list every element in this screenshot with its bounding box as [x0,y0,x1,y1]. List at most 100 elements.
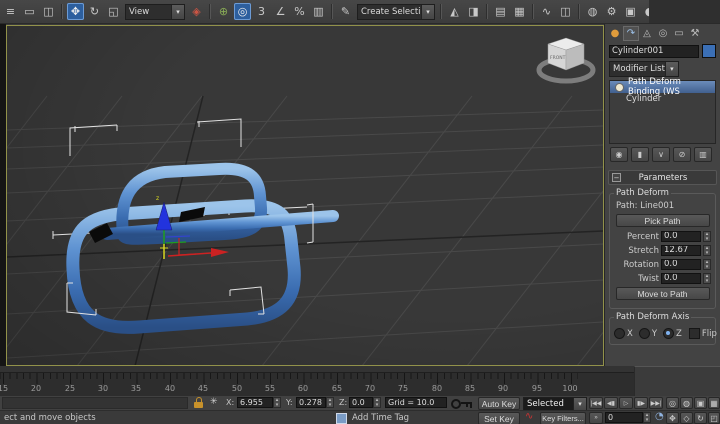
align-button[interactable]: ◨ [465,3,482,20]
move-to-path-button[interactable]: Move to Path [616,287,710,300]
snap-3d-button[interactable]: 3 [253,3,270,20]
zoom-all-button[interactable]: ◍ [680,397,693,409]
spinner-down-icon: ▾ [376,403,379,408]
keyboard-override-button[interactable]: ✎ [337,3,354,20]
next-frame-button[interactable]: ▮▶ [634,397,648,409]
y-coordinate-field[interactable]: 0.278 [296,397,326,408]
timeline-ruler[interactable]: 15 20 25 30 35 40 45 50 55 60 65 70 75 8… [0,372,634,397]
select-by-name-button[interactable]: ≡ [2,3,19,20]
select-and-scale-button[interactable]: ◱ [105,3,122,20]
new-key-curve-icon[interactable]: ∿ [525,411,533,422]
window-crossing-icon: ◫ [43,5,53,18]
pan-view-button[interactable]: ✥ [666,412,679,424]
y-spinner[interactable]: ▴▾ [326,397,334,408]
render-setup-button[interactable]: ⚙ [603,3,620,20]
axis-y-radio[interactable] [639,328,650,339]
viewport-canvas[interactable]: z FRONT [7,26,603,365]
go-to-end-button[interactable]: ▶▶| [649,397,663,409]
zoom-extents-button[interactable]: ▣ [694,397,707,409]
twist-spinner[interactable]: ▴▾ [703,273,711,284]
layer-manager-button[interactable]: ▤ [492,3,509,20]
go-to-start-button[interactable]: |◀◀ [589,397,603,409]
modifier-stack-item-path-deform[interactable]: Path Deform Binding (WS [610,81,715,93]
rotation-spinner[interactable]: ▴▾ [703,259,711,270]
configure-modifier-sets-button[interactable]: ▥ [694,147,712,162]
window-crossing-button[interactable]: ◫ [40,3,57,20]
percent-snap-button[interactable]: % [291,3,308,20]
play-button[interactable]: ▷ [619,397,633,409]
percent-snap-icon: % [294,5,304,18]
layer-manager-icon: ▤ [495,5,505,18]
axis-x-label: X [627,329,633,339]
select-and-move-button[interactable]: ✥ [67,3,84,20]
key-selection-dropdown[interactable]: Selected ▾ [523,397,587,411]
tab-hierarchy[interactable]: ◬ [639,26,655,41]
tab-create[interactable]: ● [607,26,623,41]
set-key-button[interactable]: Set Key [478,412,520,424]
stretch-spinner[interactable]: ▴▾ [703,245,711,256]
maximize-viewport-icon: ◰ [710,414,718,423]
zoom-extents-all-button[interactable]: ▦ [708,397,720,409]
orbit-button[interactable]: ↻ [694,412,707,424]
field-of-view-button[interactable]: ◇ [680,412,693,424]
snaps-toggle-button[interactable]: ◎ [234,3,251,20]
modifier-list-dropdown[interactable]: Modifier List ▾ [609,61,679,77]
remove-modifier-button[interactable]: ⊘ [673,147,691,162]
use-pivot-point-center-button[interactable]: ◈ [188,3,205,20]
zoom-viewport-button[interactable]: ◎ [666,397,679,409]
tab-modify[interactable]: ↷ [623,26,639,41]
reference-coordinate-dropdown[interactable]: View ▾ [125,4,185,20]
mirror-button[interactable]: ◭ [446,3,463,20]
add-time-tag-button[interactable]: Add Time Tag [352,413,409,423]
percent-spinner[interactable]: ▴▾ [703,231,711,242]
percent-field[interactable]: 0.0 [661,231,701,242]
twist-field[interactable]: 0.0 [661,273,701,284]
maxscript-mini-listener[interactable] [2,397,188,409]
show-end-result-button[interactable]: ▮ [631,147,649,162]
pick-path-button[interactable]: Pick Path [616,214,710,227]
time-configuration-icon[interactable]: ◔ [655,411,664,422]
make-unique-button[interactable]: ∨ [652,147,670,162]
curve-editor-button[interactable]: ∿ [538,3,555,20]
select-and-rotate-button[interactable]: ↻ [86,3,103,20]
tab-display[interactable]: ▭ [671,26,687,41]
parameters-rollout-header[interactable]: − Parameters [608,170,717,185]
fov-icon: ◇ [683,414,689,423]
axis-z-radio[interactable] [663,328,674,339]
flip-checkbox[interactable] [689,328,700,339]
object-color-swatch[interactable] [702,44,716,58]
object-name-field[interactable]: Cylinder001 [609,45,699,58]
tab-motion[interactable]: ◎ [655,26,671,41]
rendered-frame-window-button[interactable]: ▣ [622,3,639,20]
schematic-view-button[interactable]: ◫ [557,3,574,20]
current-frame-field[interactable]: 0 [605,412,643,423]
selection-lock-icon[interactable] [194,397,204,409]
graphite-ribbon-button[interactable]: ▦ [511,3,528,20]
z-spinner[interactable]: ▴▾ [373,397,381,408]
set-keys-key-icon[interactable] [450,397,474,409]
tab-utilities[interactable]: ⚒ [687,26,703,41]
stretch-field[interactable]: 12.67 [661,245,701,256]
x-coordinate-field[interactable]: 6.955 [237,397,273,408]
material-editor-button[interactable]: ◍ [584,3,601,20]
maximize-viewport-button[interactable]: ◰ [708,412,720,424]
key-mode-toggle-button[interactable]: » [589,412,603,424]
angle-snap-button[interactable]: ∠ [272,3,289,20]
key-filters-button[interactable]: Key Filters... [540,412,586,424]
named-selection-set-dropdown[interactable]: Create Selection Set ▾ [357,4,435,20]
frame-spinner[interactable]: ▴▾ [643,412,651,423]
path-deform-group: Path Deform Path: Line001 Pick Path Perc… [609,193,716,309]
spinner-snap-button[interactable]: ▥ [310,3,327,20]
auto-key-button[interactable]: Auto Key [478,397,520,410]
select-and-manipulate-button[interactable]: ⊕ [215,3,232,20]
rotation-field[interactable]: 0.0 [661,259,701,270]
lightbulb-icon[interactable] [615,83,624,92]
rectangular-selection-region-button[interactable]: ▭ [21,3,38,20]
axis-x-radio[interactable] [614,328,625,339]
perspective-viewport[interactable]: z FRONT [6,25,604,366]
absolute-mode-icon[interactable]: ✳ [210,397,218,407]
pin-stack-button[interactable]: ◉ [610,147,628,162]
x-spinner[interactable]: ▴▾ [273,397,281,408]
previous-frame-button[interactable]: ◀▮ [604,397,618,409]
z-coordinate-field[interactable]: 0.0 [349,397,373,408]
